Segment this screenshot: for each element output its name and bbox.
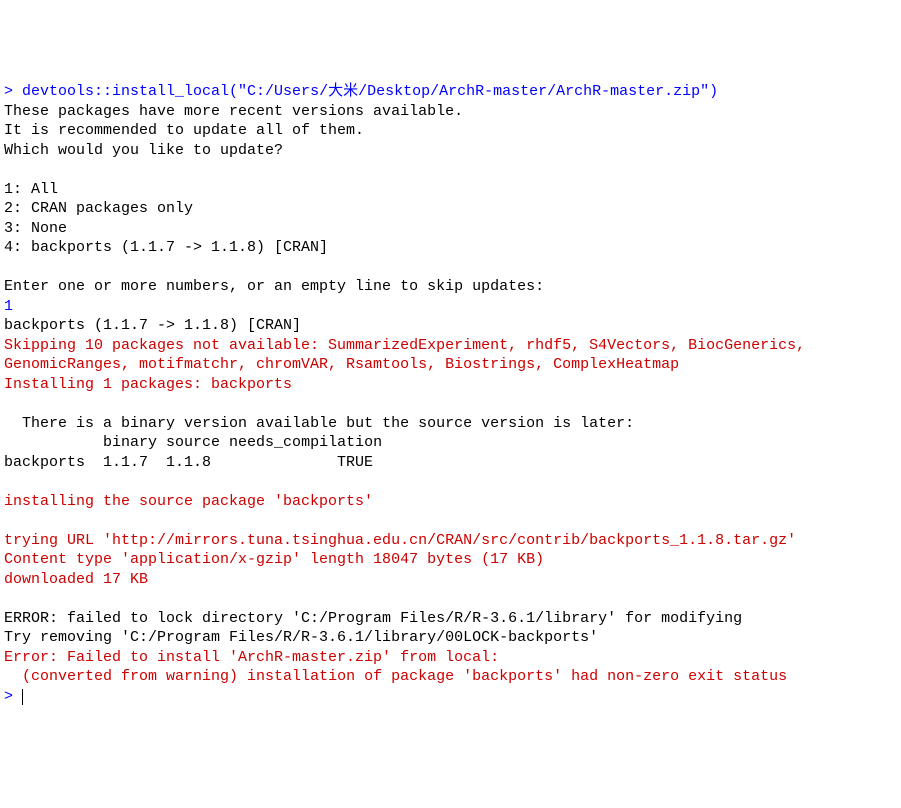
binary-header: binary source needs_compilation — [4, 434, 382, 451]
installing-source: installing the source package 'backports… — [4, 493, 373, 510]
option-cran: 2: CRAN packages only — [4, 200, 193, 217]
user-input: 1 — [4, 298, 13, 315]
prompt: > — [4, 688, 22, 705]
skipping-packages: Skipping 10 packages not available: Summ… — [4, 337, 814, 374]
downloaded: downloaded 17 KB — [4, 571, 148, 588]
installing-packages: Installing 1 packages: backports — [4, 376, 292, 393]
error-lock: ERROR: failed to lock directory 'C:/Prog… — [4, 610, 742, 627]
prompt: > — [4, 83, 22, 100]
error-detail: (converted from warning) installation of… — [4, 668, 787, 685]
output-line: Which would you like to update? — [4, 142, 283, 159]
try-remove: Try removing 'C:/Program Files/R/R-3.6.1… — [4, 629, 598, 646]
trying-url: trying URL 'http://mirrors.tuna.tsinghua… — [4, 532, 796, 549]
option-none: 3: None — [4, 220, 67, 237]
cursor — [22, 689, 23, 705]
binary-row: backports 1.1.7 1.1.8 TRUE — [4, 454, 373, 471]
binary-msg: There is a binary version available but … — [4, 415, 634, 432]
option-backports: 4: backports (1.1.7 -> 1.1.8) [CRAN] — [4, 239, 328, 256]
output-line: It is recommended to update all of them. — [4, 122, 364, 139]
option-all: 1: All — [4, 181, 58, 198]
enter-prompt: Enter one or more numbers, or an empty l… — [4, 278, 544, 295]
output-line: backports (1.1.7 -> 1.1.8) [CRAN] — [4, 317, 301, 334]
command-line: devtools::install_local("C:/Users/大米/Des… — [22, 83, 718, 100]
output-line: These packages have more recent versions… — [4, 103, 463, 120]
content-type: Content type 'application/x-gzip' length… — [4, 551, 544, 568]
error-fail: Error: Failed to install 'ArchR-master.z… — [4, 649, 499, 666]
r-console[interactable]: > devtools::install_local("C:/Users/大米/D… — [4, 82, 897, 706]
